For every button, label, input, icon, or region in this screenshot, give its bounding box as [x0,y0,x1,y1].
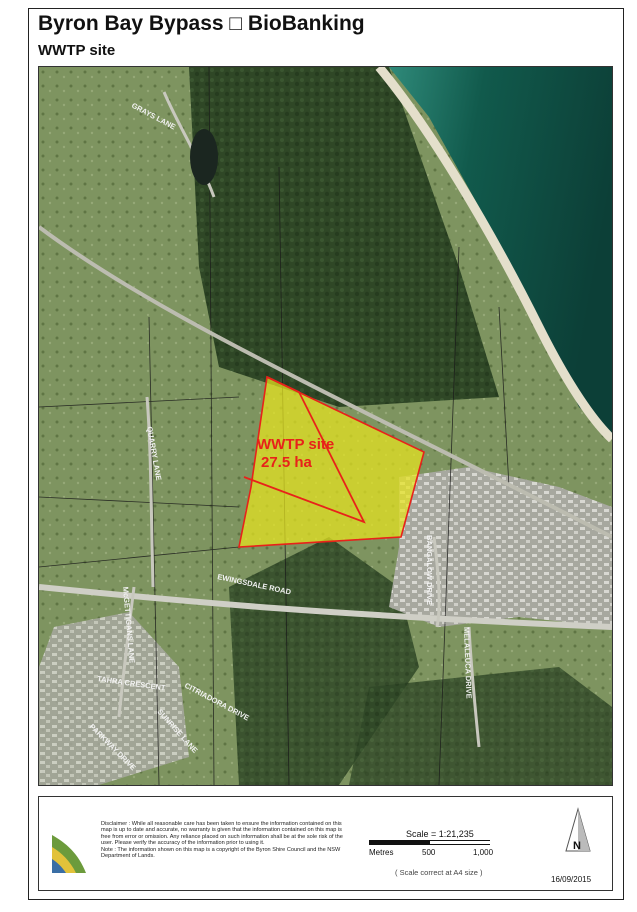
scale-label-units: Metres [369,848,394,857]
page-title: Byron Bay Bypass □ BioBanking [38,12,365,35]
scale-bar [369,840,490,845]
scale-label-max: 1,000 [473,848,494,857]
council-logo-icon [52,835,86,873]
site-area-label: 27.5 ha [261,454,313,471]
north-label: N [573,840,581,852]
site-label: WWTP site [257,436,334,453]
map-date: 16/09/2015 [551,875,592,884]
scale-label-mid: 500 [422,848,436,857]
scale-title: Scale = 1:21,235 [406,829,474,839]
disclaimer-text: Disclaimer : While all reasonable care h… [101,821,343,860]
road-label: BANGALOW DRIVE [425,535,434,605]
north-arrow-icon: N [565,807,591,852]
aerial-map[interactable]: GRAYS LANE QUARRY LANE EWINGSDALE ROAD M… [38,66,613,786]
scale-note: ( Scale correct at A4 size ) [395,868,483,877]
page-subtitle: WWTP site [38,42,116,59]
map-info-panel: Disclaimer : While all reasonable care h… [38,796,613,891]
